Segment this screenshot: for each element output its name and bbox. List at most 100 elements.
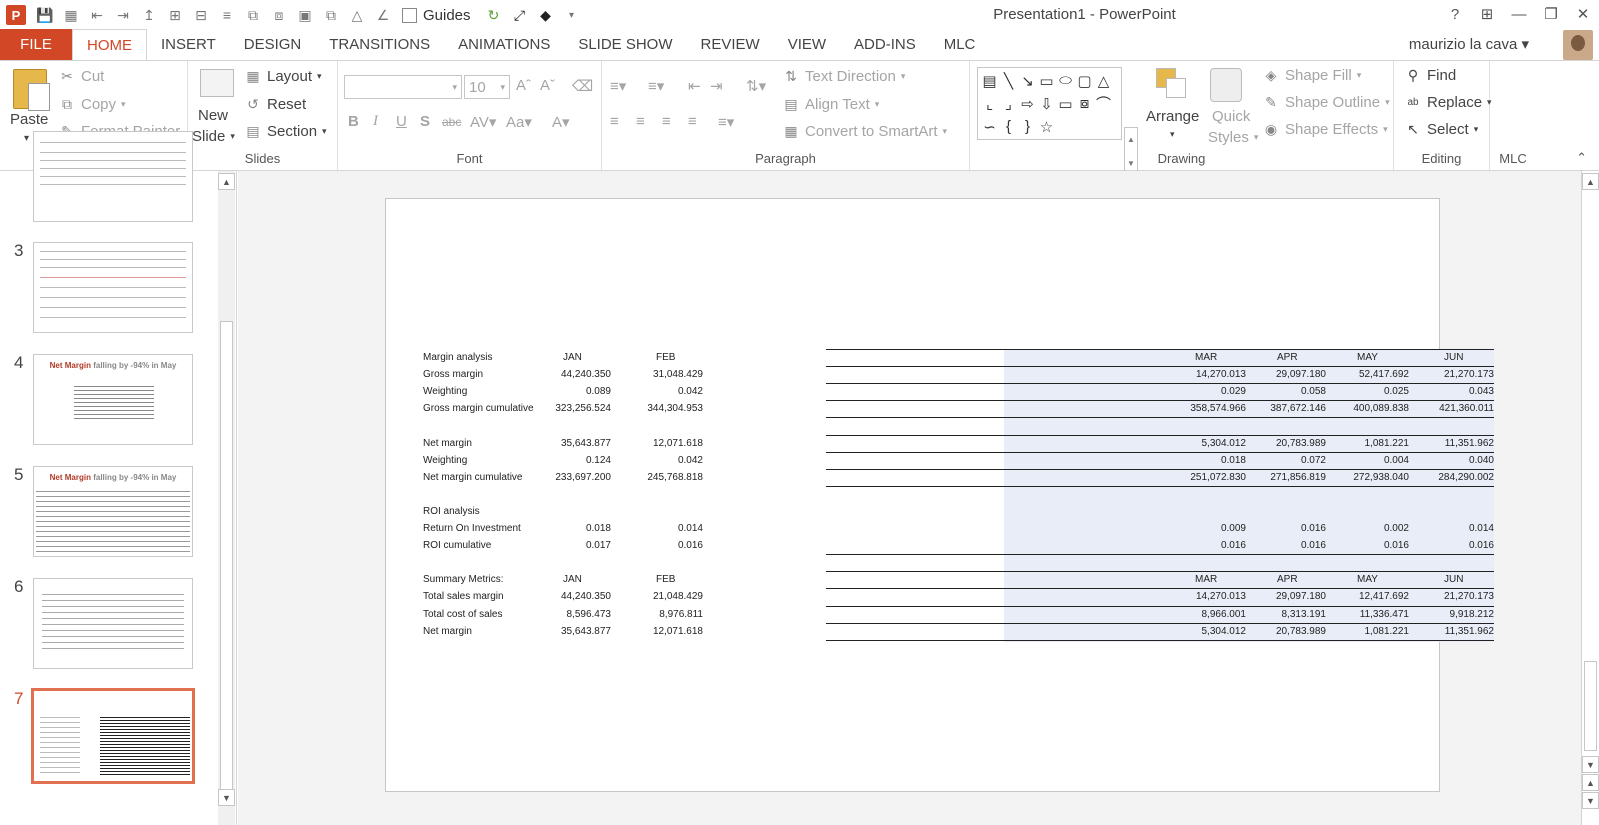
triangle-icon[interactable]: △ bbox=[344, 4, 370, 26]
down-arrow-shape-icon[interactable]: ⇩ bbox=[1037, 92, 1056, 115]
font-size-input[interactable]: 10 ▾ bbox=[464, 75, 510, 99]
distribute-vertical-icon[interactable]: ⊟ bbox=[188, 4, 214, 26]
tab-review[interactable]: REVIEW bbox=[687, 29, 774, 60]
align-left-text-icon[interactable]: ≡ bbox=[610, 113, 619, 130]
font-name-input[interactable]: ▾ bbox=[344, 75, 462, 99]
new-slide-button[interactable]: New bbox=[198, 107, 228, 124]
eraser-icon[interactable]: ◆ bbox=[533, 4, 559, 26]
distribute-horizontal-icon[interactable]: ⊞ bbox=[162, 4, 188, 26]
gallery-up-icon[interactable]: ▲ bbox=[1127, 135, 1135, 144]
shapes-gallery[interactable]: ▤ ╲ ↘ ▭ ⬭ ▢ △ ⌞ ⌟ ⇨ ⇩ ▭ ⧇ ⌒ ∽ { } ☆ bbox=[977, 67, 1122, 140]
avatar[interactable] bbox=[1563, 30, 1593, 60]
align-right-icon[interactable]: ⇥ bbox=[110, 4, 136, 26]
tab-mlc[interactable]: MLC bbox=[930, 29, 990, 60]
arc-shape-icon[interactable]: ⌒ bbox=[1094, 92, 1113, 115]
triangle-shape-icon[interactable]: △ bbox=[1094, 69, 1113, 92]
shape-fill-button[interactable]: ◈ Shape Fill ▾ bbox=[1262, 67, 1362, 84]
section-button[interactable]: ▤ Section ▾ bbox=[244, 123, 326, 140]
bar-chart-icon[interactable]: ▦ bbox=[58, 4, 84, 26]
align-text-button[interactable]: ▤ Align Text ▾ bbox=[782, 96, 879, 113]
reset-button[interactable]: ↺ Reset bbox=[244, 96, 306, 113]
scroll-up-icon[interactable]: ▲ bbox=[218, 173, 235, 190]
columns-icon[interactable]: ≡▾ bbox=[718, 113, 734, 131]
slide-thumbnail-5[interactable]: Net Margin falling by -94% in May bbox=[33, 466, 193, 557]
tab-view[interactable]: VIEW bbox=[774, 29, 840, 60]
crop-icon[interactable]: ▣ bbox=[292, 4, 318, 26]
textbox-shape-icon[interactable]: ▤ bbox=[980, 69, 999, 92]
flowchart-shape-icon[interactable]: ▭ bbox=[1056, 92, 1075, 115]
clear-formatting-icon[interactable]: ⌫ bbox=[572, 77, 593, 95]
slide-scroll-thumb[interactable] bbox=[1584, 661, 1597, 751]
align-middle-icon[interactable]: ≡ bbox=[214, 4, 240, 26]
layout-button[interactable]: ▦ Layout ▾ bbox=[244, 68, 321, 85]
cut-button[interactable]: ✂ Cut bbox=[58, 68, 104, 85]
right-brace-shape-icon[interactable]: } bbox=[1018, 115, 1037, 138]
close-icon[interactable]: ✕ bbox=[1567, 0, 1599, 28]
thumbnail-scrollbar[interactable]: ▲ ▼ bbox=[218, 171, 235, 825]
help-button[interactable]: ? bbox=[1439, 0, 1471, 28]
find-button[interactable]: ⚲ Find bbox=[1404, 67, 1456, 84]
font-color-icon[interactable]: A▾ bbox=[552, 113, 570, 131]
slide-thumbnail-4[interactable]: Net Margin falling by -94% in May bbox=[33, 354, 193, 445]
freeform-shape-icon[interactable]: ⧇ bbox=[1075, 92, 1094, 115]
center-text-icon[interactable]: ≡ bbox=[636, 113, 645, 130]
curve-shape-icon[interactable]: ∽ bbox=[980, 115, 999, 138]
paste-button[interactable]: Paste bbox=[10, 111, 48, 128]
quick-styles-button[interactable]: Quick bbox=[1212, 108, 1250, 125]
bullets-icon[interactable]: ≡▾ bbox=[610, 77, 626, 95]
align-left-icon[interactable]: ⇤ bbox=[84, 4, 110, 26]
convert-to-smartart-button[interactable]: ▦ Convert to SmartArt ▾ bbox=[782, 123, 947, 140]
new-slide-button-line2[interactable]: Slide ▾ bbox=[192, 128, 235, 145]
justify-icon[interactable]: ≡ bbox=[688, 113, 697, 130]
scroll-down-icon[interactable]: ▼ bbox=[1582, 756, 1599, 773]
angle-icon[interactable]: ∠ bbox=[370, 4, 396, 26]
rectangle-shape-icon[interactable]: ▭ bbox=[1037, 69, 1056, 92]
line-spacing-icon[interactable]: ⇅▾ bbox=[746, 77, 766, 95]
quick-styles-button-line2[interactable]: Styles ▾ bbox=[1208, 129, 1258, 146]
guides-checkbox[interactable] bbox=[402, 7, 417, 23]
slide-thumbnail-7[interactable] bbox=[31, 688, 195, 784]
slide-thumbnail-6[interactable] bbox=[33, 578, 193, 669]
text-shadow-icon[interactable]: S bbox=[420, 113, 430, 130]
character-spacing-icon[interactable]: AV▾ bbox=[470, 113, 496, 131]
tab-add-ins[interactable]: ADD-INS bbox=[840, 29, 930, 60]
tab-insert[interactable]: INSERT bbox=[147, 29, 230, 60]
tab-animations[interactable]: ANIMATIONS bbox=[444, 29, 564, 60]
left-brace-shape-icon[interactable]: { bbox=[999, 115, 1018, 138]
arrow-line-shape-icon[interactable]: ↘ bbox=[1018, 69, 1037, 92]
select-button[interactable]: ↖ Select ▾ bbox=[1404, 121, 1478, 138]
customize-qat-icon[interactable]: ▾ bbox=[559, 4, 585, 26]
arrange-button[interactable]: Arrange bbox=[1146, 108, 1199, 125]
refresh-icon[interactable]: ↻ bbox=[481, 4, 507, 26]
decrease-indent-icon[interactable]: ⇤ bbox=[688, 77, 701, 95]
shape-effects-button[interactable]: ◉ Shape Effects ▾ bbox=[1262, 121, 1388, 138]
new-slide-icon[interactable] bbox=[200, 69, 234, 97]
ribbon-display-icon[interactable]: ⊞ bbox=[1471, 0, 1503, 28]
bold-icon[interactable]: B bbox=[348, 113, 359, 130]
tab-file[interactable]: FILE bbox=[0, 29, 72, 60]
slide-thumbnail-3[interactable] bbox=[33, 242, 193, 333]
underline-icon[interactable]: U bbox=[396, 113, 407, 130]
tab-transitions[interactable]: TRANSITIONS bbox=[315, 29, 444, 60]
minimize-icon[interactable]: — bbox=[1503, 0, 1535, 28]
shape-outline-button[interactable]: ✎ Shape Outline ▾ bbox=[1262, 94, 1389, 111]
quick-styles-icon[interactable] bbox=[1210, 68, 1242, 102]
arrange-dropdown-icon[interactable]: ▾ bbox=[1170, 129, 1175, 140]
save-icon[interactable]: 💾 bbox=[32, 4, 58, 26]
shrink-font-icon[interactable]: Aˇ bbox=[540, 77, 555, 94]
next-slide-icon[interactable]: ▼ bbox=[1582, 792, 1599, 809]
replace-button[interactable]: ab Replace ▾ bbox=[1404, 94, 1491, 111]
strikethrough-icon[interactable]: abc bbox=[442, 115, 461, 129]
change-case-icon[interactable]: Aa▾ bbox=[506, 113, 532, 131]
group-icon[interactable]: ⧉ bbox=[240, 4, 266, 26]
ungroup-icon[interactable]: ⧈ bbox=[266, 4, 292, 26]
paste-dropdown-icon[interactable]: ▾ bbox=[24, 133, 29, 144]
align-top-icon[interactable]: ↥ bbox=[136, 4, 162, 26]
align-right-text-icon[interactable]: ≡ bbox=[662, 113, 671, 130]
oval-shape-icon[interactable]: ⬭ bbox=[1056, 69, 1075, 92]
slide-scrollbar[interactable]: ▲ ▼ ▲ ▼ bbox=[1581, 171, 1599, 825]
elbow-connector-icon[interactable]: ⌞ bbox=[980, 92, 999, 115]
guides-toggle[interactable]: Guides bbox=[402, 7, 471, 24]
rounded-rect-shape-icon[interactable]: ▢ bbox=[1075, 69, 1094, 92]
right-arrow-shape-icon[interactable]: ⇨ bbox=[1018, 92, 1037, 115]
